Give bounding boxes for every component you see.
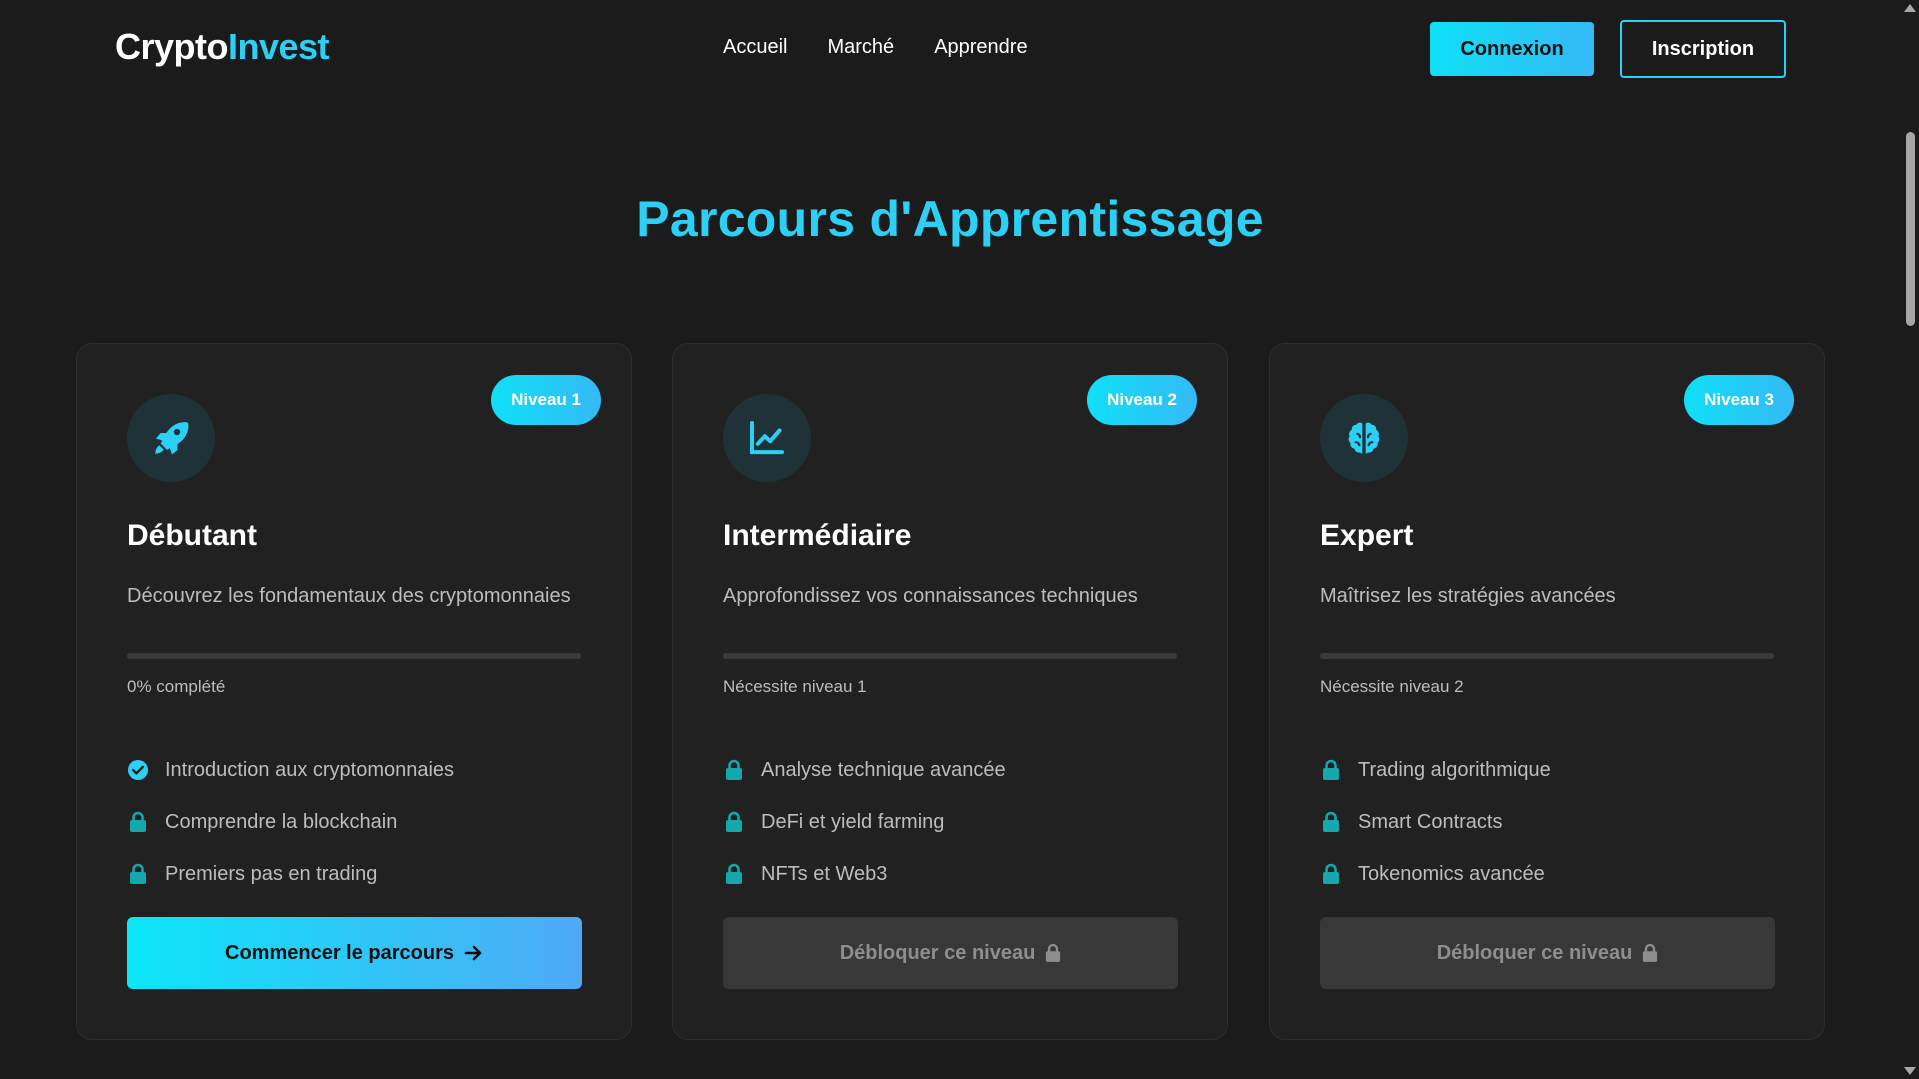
- signup-button[interactable]: Inscription: [1620, 20, 1786, 78]
- button-label: Commencer le parcours: [225, 941, 454, 964]
- module-item: Comprendre la blockchain: [127, 796, 587, 848]
- module-list: Trading algorithmique Smart Contracts To…: [1320, 744, 1780, 900]
- rocket-icon: [155, 422, 189, 455]
- progress-bar: [127, 653, 581, 659]
- brain-icon: [1348, 422, 1380, 454]
- icon-circle: [127, 394, 215, 482]
- level-badge: Niveau 3: [1684, 375, 1794, 425]
- progress-label: 0% complété: [127, 677, 226, 696]
- module-list: Analyse technique avancée DeFi et yield …: [723, 744, 1183, 900]
- brand-logo-part1: Crypto: [115, 26, 229, 67]
- module-item: NFTs et Web3: [723, 848, 1183, 900]
- progress-bar: [723, 653, 1177, 659]
- scrollbar[interactable]: [1900, 0, 1919, 1079]
- module-item: Smart Contracts: [1320, 796, 1780, 848]
- nav-links: Accueil Marché Apprendre: [723, 36, 1028, 59]
- module-item: Trading algorithmique: [1320, 744, 1780, 796]
- level-badge: Niveau 1: [491, 375, 601, 425]
- module-label: DeFi et yield farming: [761, 810, 945, 833]
- lock-icon: [723, 862, 745, 886]
- brand-logo-part2: Invest: [228, 26, 330, 67]
- button-label: Débloquer ce niveau: [1436, 941, 1633, 964]
- level-badge: Niveau 2: [1087, 375, 1197, 425]
- card-description: Découvrez les fondamentaux des cryptomon…: [127, 585, 571, 607]
- unlock-level-button[interactable]: Débloquer ce niveau: [723, 917, 1178, 989]
- button-label: Débloquer ce niveau: [839, 941, 1036, 964]
- lock-icon: [127, 862, 149, 886]
- login-button[interactable]: Connexion: [1430, 22, 1594, 76]
- unlock-level-button[interactable]: Débloquer ce niveau: [1320, 917, 1775, 989]
- brand-logo[interactable]: CryptoInvest: [115, 26, 330, 68]
- card-title: Expert: [1320, 519, 1414, 552]
- module-label: Smart Contracts: [1358, 810, 1503, 833]
- course-card-beginner: Niveau 1 Débutant Découvrez les fondamen…: [76, 343, 632, 1040]
- module-item: Premiers pas en trading: [127, 848, 587, 900]
- course-card-expert: Niveau 3 Expert Maîtrisez les stratégies…: [1269, 343, 1825, 1040]
- lock-icon: [1643, 943, 1658, 962]
- module-label: Comprendre la blockchain: [165, 810, 398, 833]
- module-label: NFTs et Web3: [761, 862, 888, 885]
- card-title: Débutant: [127, 519, 257, 552]
- lock-icon: [1320, 758, 1342, 782]
- nav-link-marche[interactable]: Marché: [827, 36, 894, 59]
- chart-line-icon: [750, 421, 784, 455]
- icon-circle: [723, 394, 811, 482]
- module-label: Premiers pas en trading: [165, 862, 378, 885]
- progress-label: Nécessite niveau 2: [1320, 677, 1464, 696]
- nav-link-apprendre[interactable]: Apprendre: [934, 36, 1027, 59]
- start-course-button[interactable]: Commencer le parcours: [127, 917, 582, 989]
- lock-icon: [1046, 943, 1061, 962]
- lock-icon: [127, 810, 149, 834]
- module-item: Tokenomics avancée: [1320, 848, 1780, 900]
- page: CryptoInvest Accueil Marché Apprendre Co…: [0, 0, 1919, 1079]
- module-item: Analyse technique avancée: [723, 744, 1183, 796]
- module-label: Tokenomics avancée: [1358, 862, 1545, 885]
- lock-icon: [1320, 862, 1342, 886]
- check-circle-icon: [127, 758, 149, 782]
- module-label: Trading algorithmique: [1358, 758, 1551, 781]
- section-title: Parcours d'Apprentissage: [636, 191, 1264, 247]
- module-item[interactable]: Introduction aux cryptomonnaies: [127, 744, 587, 796]
- lock-icon: [723, 810, 745, 834]
- scroll-down-arrow-icon[interactable]: [1904, 1067, 1916, 1075]
- module-label: Analyse technique avancée: [761, 758, 1006, 781]
- lock-icon: [1320, 810, 1342, 834]
- card-description: Approfondissez vos connaissances techniq…: [723, 585, 1138, 607]
- module-list: Introduction aux cryptomonnaies Comprend…: [127, 744, 587, 900]
- icon-circle: [1320, 394, 1408, 482]
- arrow-right-icon: [464, 945, 482, 961]
- scroll-thumb[interactable]: [1906, 132, 1915, 326]
- card-description: Maîtrisez les stratégies avancées: [1320, 585, 1616, 607]
- module-item: DeFi et yield farming: [723, 796, 1183, 848]
- course-card-intermediate: Niveau 2 Intermédiaire Approfondissez vo…: [672, 343, 1228, 1040]
- lock-icon: [723, 758, 745, 782]
- navbar: CryptoInvest Accueil Marché Apprendre Co…: [0, 0, 1900, 98]
- card-title: Intermédiaire: [723, 519, 912, 552]
- progress-bar: [1320, 653, 1774, 659]
- scroll-up-arrow-icon[interactable]: [1904, 4, 1916, 12]
- nav-link-accueil[interactable]: Accueil: [723, 36, 787, 59]
- progress-label: Nécessite niveau 1: [723, 677, 867, 696]
- module-label: Introduction aux cryptomonnaies: [165, 758, 455, 781]
